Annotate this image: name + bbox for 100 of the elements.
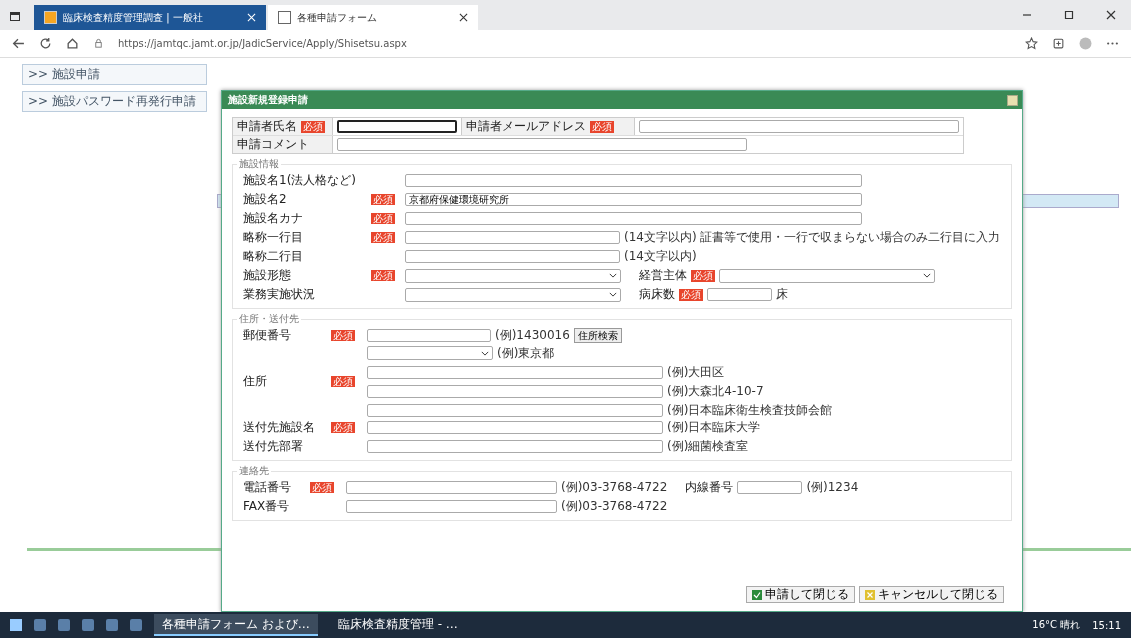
hint-text: (例)日本臨床衛生検査技師会館 (667, 401, 833, 419)
cross-icon (865, 589, 875, 600)
required-badge: 必須 (331, 375, 355, 387)
section-legend: 住所・送付先 (237, 313, 301, 325)
field-label: 施設名2 (243, 192, 287, 206)
tray-text: 16°C 晴れ (1032, 618, 1081, 632)
text-field[interactable] (367, 421, 663, 434)
hint-text: (例)03-3768-4722 (561, 498, 668, 515)
required-badge: 必須 (691, 269, 715, 282)
required-badge: 必須 (371, 269, 395, 281)
required-badge: 必須 (310, 481, 334, 493)
field-label: 申請者氏名 (237, 118, 297, 135)
tab-title: 各種申請フォーム (297, 10, 378, 25)
field-label: 住所 (243, 374, 267, 388)
hint-text: (例)03-3768-4722 (561, 479, 668, 496)
hint-text: (例)大田区 (667, 363, 725, 381)
required-badge: 必須 (331, 421, 355, 433)
text-field[interactable] (367, 365, 663, 379)
required-badge: 必須 (590, 120, 614, 133)
text-field[interactable] (337, 120, 457, 133)
browser-tab[interactable]: 臨床検査精度管理調査 | 一般社 (34, 5, 266, 30)
required-badge: 必須 (679, 288, 703, 301)
dropdown[interactable] (367, 346, 493, 360)
text-field[interactable] (639, 120, 959, 133)
text-field[interactable] (405, 174, 862, 187)
field-label: 病床数 (639, 286, 675, 303)
field-label: 送付先施設名 (243, 420, 315, 434)
lock-icon (93, 38, 104, 49)
search-button[interactable]: 住所検索 (573, 328, 622, 343)
text-field[interactable]: 京都府保健環境研究所 (405, 193, 862, 206)
cancel-button[interactable]: キャンセルして閉じる (859, 586, 1004, 603)
section-legend: 連絡先 (237, 465, 271, 477)
text-field[interactable] (367, 329, 491, 342)
url-field[interactable]: https://jamtqc.jamt.or.jp/JadicService/Apply/Shisetsu.aspx (118, 38, 1011, 49)
home-icon[interactable] (66, 37, 79, 50)
back-icon[interactable] (12, 37, 25, 50)
required-badge: 必須 (331, 329, 355, 341)
required-badge: 必須 (371, 212, 395, 224)
caret-icon (609, 273, 617, 278)
dropdown[interactable] (719, 268, 935, 283)
field-label: 内線番号 (685, 479, 734, 496)
text-field[interactable] (367, 440, 663, 453)
tab-title: 臨床検査精度管理調査 | 一般社 (63, 10, 204, 25)
text-field[interactable] (337, 138, 747, 151)
field-label: 施設名1(法人格など) (243, 173, 356, 187)
hint-text: (14文字以内) (624, 248, 697, 265)
field-label: FAX番号 (243, 499, 290, 513)
hint-text: (例)大森北4-10-7 (667, 382, 764, 400)
collections-icon[interactable] (1052, 37, 1065, 50)
text-field[interactable] (405, 231, 620, 244)
window-icon[interactable] (10, 12, 20, 21)
text-field[interactable] (405, 212, 862, 225)
page-icon (44, 11, 57, 24)
field-label: 略称二行目 (243, 249, 303, 263)
check-icon (752, 589, 762, 600)
field-label: 施設名カナ (243, 211, 303, 225)
caret-icon (481, 350, 489, 356)
hint-text: (例)1234 (806, 479, 859, 496)
taskbar-item[interactable]: 各種申請フォーム および… (154, 614, 318, 636)
avatar-icon[interactable] (1079, 37, 1092, 50)
dialog-title: 施設新規登録申請 (228, 93, 308, 107)
section-legend: 施設情報 (237, 158, 281, 170)
star-icon[interactable] (1025, 37, 1038, 50)
field-label: 業務実施状況 (243, 287, 315, 301)
submit-button[interactable]: 申請して閉じる (746, 586, 855, 603)
browser-tab[interactable]: 各種申請フォーム (268, 5, 478, 30)
field-label: 申請コメント (237, 136, 309, 153)
field-label: 送付先部署 (243, 439, 303, 453)
hint-text: (例)東京都 (497, 344, 555, 362)
required-badge: 必須 (301, 120, 325, 133)
hint-text: (例)1430016 (495, 327, 570, 344)
hint-text: (14文字以内) 証書等で使用・一行で収まらない場合のみ二行目に入力 (624, 229, 1001, 246)
caret-icon (609, 292, 617, 297)
text-field[interactable] (367, 403, 663, 417)
text-field[interactable] (346, 500, 557, 513)
field-label: 電話番号 (243, 480, 291, 494)
hint-text: (例)細菌検査室 (667, 438, 749, 455)
dropdown[interactable] (405, 268, 621, 283)
text-field[interactable] (405, 250, 620, 263)
required-badge: 必須 (371, 193, 395, 205)
hint-text: 床 (776, 286, 788, 303)
taskbar-item[interactable]: 臨床検査精度管理 - … (329, 614, 466, 636)
required-badge: 必須 (371, 231, 395, 243)
page-icon (278, 11, 291, 24)
refresh-icon[interactable] (39, 37, 52, 50)
tray-text: 15:11 (1092, 619, 1121, 631)
hint-text: (例)日本臨床大学 (667, 419, 761, 436)
sidebar-link[interactable]: >> 施設パスワード再発行申請 (22, 91, 207, 112)
field-label: 施設形態 (243, 268, 291, 282)
dropdown[interactable] (405, 287, 621, 302)
text-field[interactable] (707, 288, 772, 301)
text-field[interactable] (346, 481, 557, 494)
text-field[interactable] (367, 384, 663, 398)
text-field[interactable] (737, 481, 803, 494)
field-label: 申請者メールアドレス (466, 118, 586, 135)
field-label: 経営主体 (639, 267, 687, 284)
sidebar-link[interactable]: >> 施設申請 (22, 64, 207, 85)
field-label: 郵便番号 (243, 328, 291, 342)
caret-icon (923, 273, 931, 278)
maximize-icon[interactable] (1064, 10, 1074, 20)
